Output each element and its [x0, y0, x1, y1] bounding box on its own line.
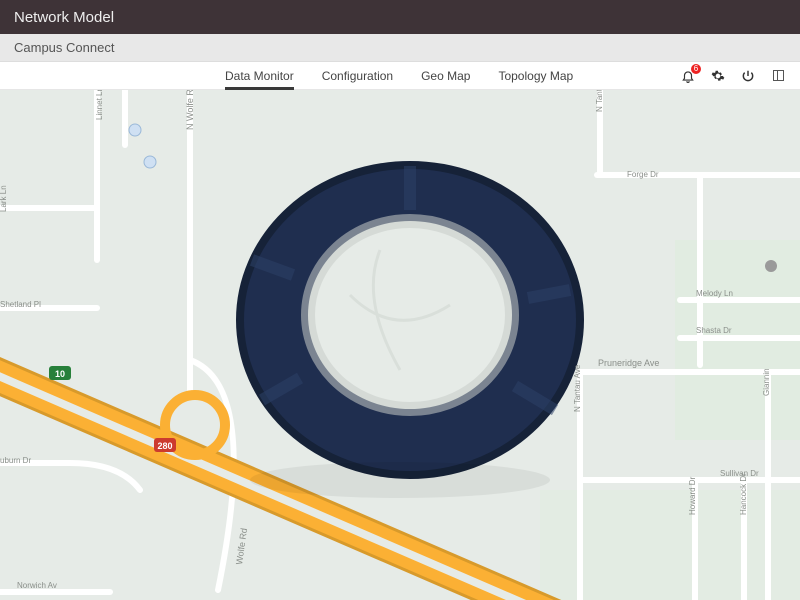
- street-label: Linnet Ln: [95, 90, 104, 120]
- street-label: Norwich Av: [17, 581, 57, 590]
- titlebar: Network Model: [0, 0, 800, 34]
- tab-topology-map[interactable]: Topology Map: [498, 62, 573, 89]
- svg-text:10: 10: [55, 369, 65, 379]
- street-label: Howard Dr: [688, 476, 697, 515]
- nav-icons: 6: [680, 68, 792, 84]
- street-label: N Wolfe Rd: [185, 90, 195, 130]
- breadcrumb-item: Campus Connect: [14, 40, 114, 55]
- street-label: Hancock Dr: [739, 473, 748, 515]
- tab-configuration[interactable]: Configuration: [322, 62, 393, 89]
- street-label: Shetland Pl: [0, 300, 41, 309]
- street-label: Giannin: [762, 368, 771, 396]
- power-icon[interactable]: [740, 68, 756, 84]
- street-label: Lark Ln: [0, 185, 8, 212]
- bell-icon[interactable]: 6: [680, 68, 696, 84]
- street-label: Forge Dr: [627, 170, 659, 179]
- highway-shield: 280: [154, 438, 176, 452]
- nav-tabs: Data Monitor Configuration Geo Map Topol…: [225, 62, 573, 89]
- street-label: N Tantau Ave: [595, 90, 604, 112]
- street-label: Melody Ln: [696, 289, 733, 298]
- tab-geo-map[interactable]: Geo Map: [421, 62, 470, 89]
- street-label: N Tantau Ave: [573, 364, 582, 412]
- street-label: Pruneridge Ave: [598, 358, 659, 368]
- svg-text:280: 280: [157, 441, 172, 451]
- geo-map-viewport[interactable]: N Wolfe Rd Linnet Ln Lark Ln Shetland Pl ubu…: [0, 90, 800, 600]
- street-label: Shasta Dr: [696, 326, 732, 335]
- street-label: uburn Dr: [0, 456, 31, 465]
- panel-toggle-icon[interactable]: [770, 68, 786, 84]
- navbar: Data Monitor Configuration Geo Map Topol…: [0, 62, 800, 90]
- highway-shield: 10: [49, 366, 71, 380]
- app-title: Network Model: [14, 9, 114, 26]
- map-canvas: N Wolfe Rd Linnet Ln Lark Ln Shetland Pl ubu…: [0, 90, 800, 600]
- notification-badge: 6: [691, 64, 701, 74]
- breadcrumb: Campus Connect: [0, 34, 800, 62]
- map-status-dot: [765, 260, 777, 272]
- gear-icon[interactable]: [710, 68, 726, 84]
- tab-data-monitor[interactable]: Data Monitor: [225, 62, 294, 89]
